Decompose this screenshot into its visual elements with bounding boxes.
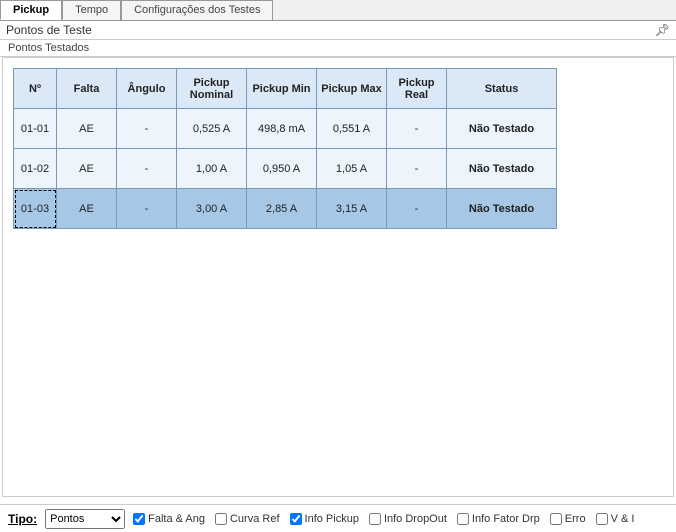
footer-checkbox[interactable]: V & I: [596, 513, 635, 525]
table-row[interactable]: 01-02AE-1,00 A0,950 A1,05 A-Não Testado: [14, 149, 557, 189]
cell-status[interactable]: Não Testado: [447, 109, 557, 149]
footer-checkbox[interactable]: Curva Ref: [215, 513, 280, 525]
footer-bar: Tipo: Pontos Falta & Ang Curva Ref Info Pi…: [0, 504, 676, 532]
header-max[interactable]: Pickup Max: [317, 69, 387, 109]
cell-real[interactable]: -: [387, 189, 447, 229]
cell-real[interactable]: -: [387, 149, 447, 189]
footer-checkbox[interactable]: Info Pickup: [290, 513, 359, 525]
tipo-select[interactable]: Pontos: [45, 509, 125, 529]
table-row[interactable]: 01-01AE-0,525 A498,8 mA0,551 A-Não Testa…: [14, 109, 557, 149]
checkbox-input[interactable]: [550, 513, 562, 525]
header-nr[interactable]: Nº: [14, 69, 57, 109]
cell-angulo[interactable]: -: [117, 189, 177, 229]
cell-nominal[interactable]: 0,525 A: [177, 109, 247, 149]
cell-max[interactable]: 3,15 A: [317, 189, 387, 229]
cell-falta[interactable]: AE: [57, 149, 117, 189]
pin-icon[interactable]: 📌︎: [655, 23, 670, 37]
tab-pickup[interactable]: Pickup: [0, 0, 62, 20]
footer-checkbox[interactable]: Info Fator Drp: [457, 513, 540, 525]
header-status[interactable]: Status: [447, 69, 557, 109]
cell-min[interactable]: 498,8 mA: [247, 109, 317, 149]
tab-configuracoes[interactable]: Configurações dos Testes: [121, 0, 273, 20]
cell-angulo[interactable]: -: [117, 109, 177, 149]
checkbox-label: Info Fator Drp: [472, 513, 540, 525]
cell-nominal[interactable]: 3,00 A: [177, 189, 247, 229]
header-nominal[interactable]: Pickup Nominal: [177, 69, 247, 109]
checkbox-label: V & I: [611, 513, 635, 525]
panel-title: Pontos de Teste: [6, 23, 92, 37]
checkbox-input[interactable]: [215, 513, 227, 525]
tab-bar: Pickup Tempo Configurações dos Testes: [0, 0, 676, 21]
cell-real[interactable]: -: [387, 109, 447, 149]
footer-checkbox[interactable]: Info DropOut: [369, 513, 447, 525]
checkbox-input[interactable]: [133, 513, 145, 525]
header-angulo[interactable]: Ângulo: [117, 69, 177, 109]
tab-tempo[interactable]: Tempo: [62, 0, 121, 20]
cell-min[interactable]: 0,950 A: [247, 149, 317, 189]
content-area: Nº Falta Ângulo Pickup Nominal Pickup Mi…: [2, 57, 674, 497]
cell-max[interactable]: 1,05 A: [317, 149, 387, 189]
test-points-table: Nº Falta Ângulo Pickup Nominal Pickup Mi…: [13, 68, 557, 229]
checkbox-label: Curva Ref: [230, 513, 280, 525]
footer-checkbox[interactable]: Falta & Ang: [133, 513, 205, 525]
cell-falta[interactable]: AE: [57, 109, 117, 149]
checkbox-input[interactable]: [290, 513, 302, 525]
checkbox-input[interactable]: [457, 513, 469, 525]
checkbox-label: Info Pickup: [305, 513, 359, 525]
footer-checkbox[interactable]: Erro: [550, 513, 586, 525]
checkbox-label: Falta & Ang: [148, 513, 205, 525]
table-header-row: Nº Falta Ângulo Pickup Nominal Pickup Mi…: [14, 69, 557, 109]
cell-angulo[interactable]: -: [117, 149, 177, 189]
checkbox-input[interactable]: [369, 513, 381, 525]
cell-nr[interactable]: 01-03: [14, 189, 57, 229]
cell-min[interactable]: 2,85 A: [247, 189, 317, 229]
panel-title-bar: Pontos de Teste 📌︎: [0, 21, 676, 40]
checkbox-input[interactable]: [596, 513, 608, 525]
cell-falta[interactable]: AE: [57, 189, 117, 229]
cell-nominal[interactable]: 1,00 A: [177, 149, 247, 189]
cell-max[interactable]: 0,551 A: [317, 109, 387, 149]
header-real[interactable]: Pickup Real: [387, 69, 447, 109]
cell-status[interactable]: Não Testado: [447, 189, 557, 229]
checkbox-label: Info DropOut: [384, 513, 447, 525]
cell-status[interactable]: Não Testado: [447, 149, 557, 189]
header-min[interactable]: Pickup Min: [247, 69, 317, 109]
panel-subtitle: Pontos Testados: [0, 40, 676, 57]
cell-nr[interactable]: 01-01: [14, 109, 57, 149]
table-row[interactable]: 01-03AE-3,00 A2,85 A3,15 A-Não Testado: [14, 189, 557, 229]
cell-nr[interactable]: 01-02: [14, 149, 57, 189]
header-falta[interactable]: Falta: [57, 69, 117, 109]
tipo-label: Tipo:: [8, 512, 37, 526]
checkbox-label: Erro: [565, 513, 586, 525]
